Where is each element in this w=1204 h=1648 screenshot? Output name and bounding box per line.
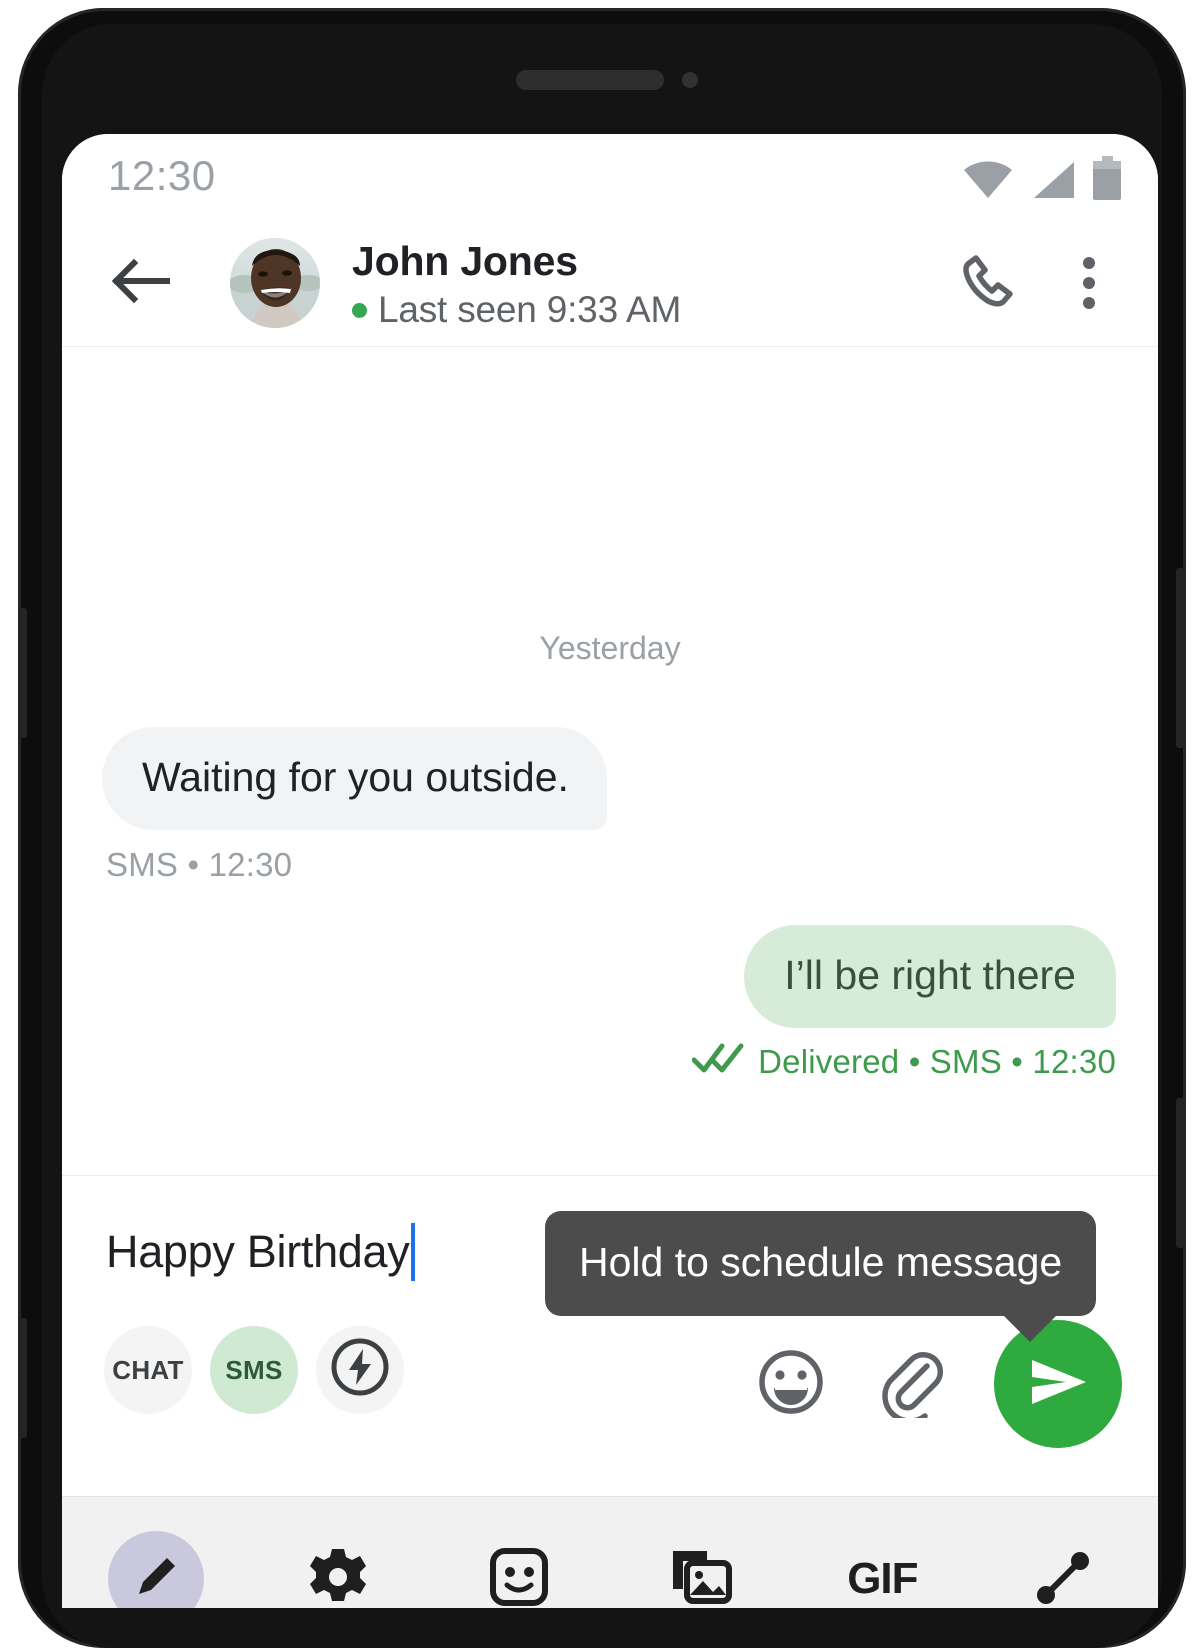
tooltip-arrow: [1002, 1314, 1059, 1342]
emoji-smiley-icon: [755, 1346, 827, 1423]
message-meta-incoming: SMS • 12:30: [106, 846, 293, 884]
call-button[interactable]: [958, 252, 1020, 314]
settings-tool[interactable]: [290, 1531, 386, 1608]
gear-icon: [306, 1545, 370, 1609]
more-vertical-icon: [1083, 277, 1095, 289]
arrow-back-icon: [111, 257, 171, 310]
phone-frame: 12:30 John Jones Last seen 9:33 AM Yeste…: [18, 8, 1186, 1648]
chip-chat-label: CHAT: [112, 1354, 184, 1385]
tooltip-schedule-message: Hold to schedule message: [545, 1211, 1097, 1342]
message-meta-outgoing: Delivered • SMS • 12:30: [691, 1042, 1116, 1082]
attachment-toolbar-items: GIF: [62, 1531, 1158, 1608]
cell-signal-icon: [1030, 160, 1076, 205]
app-bar: John Jones Last seen 9:33 AM: [62, 220, 1158, 347]
volume-down-button[interactable]: [18, 1318, 27, 1438]
edit-chip[interactable]: [108, 1531, 204, 1608]
status-icons: [962, 156, 1122, 205]
assistant-button[interactable]: [1176, 1098, 1186, 1248]
transport-chips: CHAT SMS: [104, 1326, 404, 1414]
battery-icon: [1092, 156, 1122, 205]
contact-status-row: Last seen 9:33 AM: [352, 289, 681, 331]
more-vertical-icon: [1083, 257, 1095, 269]
gif-tool[interactable]: GIF: [834, 1531, 930, 1608]
message-bubble-outgoing[interactable]: I’ll be right there: [744, 925, 1116, 1029]
status-clock: 12:30: [108, 152, 216, 199]
flash-circle-icon: [329, 1336, 391, 1405]
message-row-outgoing: I’ll be right there Delivered • SMS • 12…: [691, 925, 1116, 1082]
contact-info[interactable]: John Jones Last seen 9:33 AM: [352, 236, 681, 331]
attachment-toolbar: GIF: [62, 1496, 1158, 1608]
text-caret: [411, 1223, 416, 1281]
composer-actions: CHAT SMS: [62, 1320, 1158, 1476]
status-bar: 12:30: [62, 134, 1158, 220]
delivered-status-text: Delivered • SMS • 12:30: [758, 1043, 1116, 1081]
volume-up-button[interactable]: [18, 608, 27, 738]
composer-right-actions: [752, 1320, 1122, 1448]
sticker-tool[interactable]: [471, 1531, 567, 1608]
sticker-face-icon: [487, 1545, 551, 1609]
overflow-menu-button[interactable]: [1062, 252, 1116, 314]
share-tool[interactable]: [1016, 1531, 1112, 1608]
date-divider: Yesterday: [539, 630, 681, 666]
double-check-icon: [691, 1042, 744, 1082]
chip-chat[interactable]: CHAT: [104, 1326, 192, 1414]
tooltip-text: Hold to schedule message: [579, 1239, 1063, 1285]
emoji-button[interactable]: [752, 1345, 830, 1423]
message-bubble-incoming[interactable]: Waiting for you outside.: [102, 727, 607, 831]
back-button[interactable]: [110, 252, 172, 314]
paperclip-icon: [875, 1346, 947, 1424]
earpiece-speaker: [516, 70, 664, 90]
contact-status-text: Last seen 9:33 AM: [378, 289, 682, 331]
message-input-value: Happy Birthday: [106, 1226, 410, 1277]
conversation-thread[interactable]: Yesterday Waiting for you outside. SMS •…: [62, 347, 1158, 1176]
front-camera-icon: [682, 72, 698, 88]
gif-label: GIF: [847, 1554, 918, 1603]
phone-screen: 12:30 John Jones Last seen 9:33 AM Yeste…: [62, 134, 1158, 1608]
contact-name: John Jones: [352, 238, 578, 284]
avatar[interactable]: [230, 238, 320, 328]
pencil-icon: [127, 1548, 185, 1609]
power-button[interactable]: [1176, 568, 1186, 748]
chip-sms-label: SMS: [225, 1354, 283, 1385]
send-plane-icon: [1022, 1346, 1094, 1423]
phone-icon: [960, 252, 1018, 315]
more-vertical-icon: [1083, 297, 1095, 309]
attach-button[interactable]: [872, 1345, 950, 1424]
presence-dot-icon: [352, 302, 367, 318]
share-node-icon: [1032, 1545, 1096, 1609]
gallery-tool[interactable]: [653, 1531, 749, 1608]
chip-flash[interactable]: [316, 1326, 404, 1414]
photo-library-icon: [669, 1545, 733, 1609]
chip-sms[interactable]: SMS: [210, 1326, 298, 1414]
wifi-icon: [962, 160, 1014, 205]
message-row-incoming: Waiting for you outside. SMS • 12:30: [102, 727, 607, 884]
